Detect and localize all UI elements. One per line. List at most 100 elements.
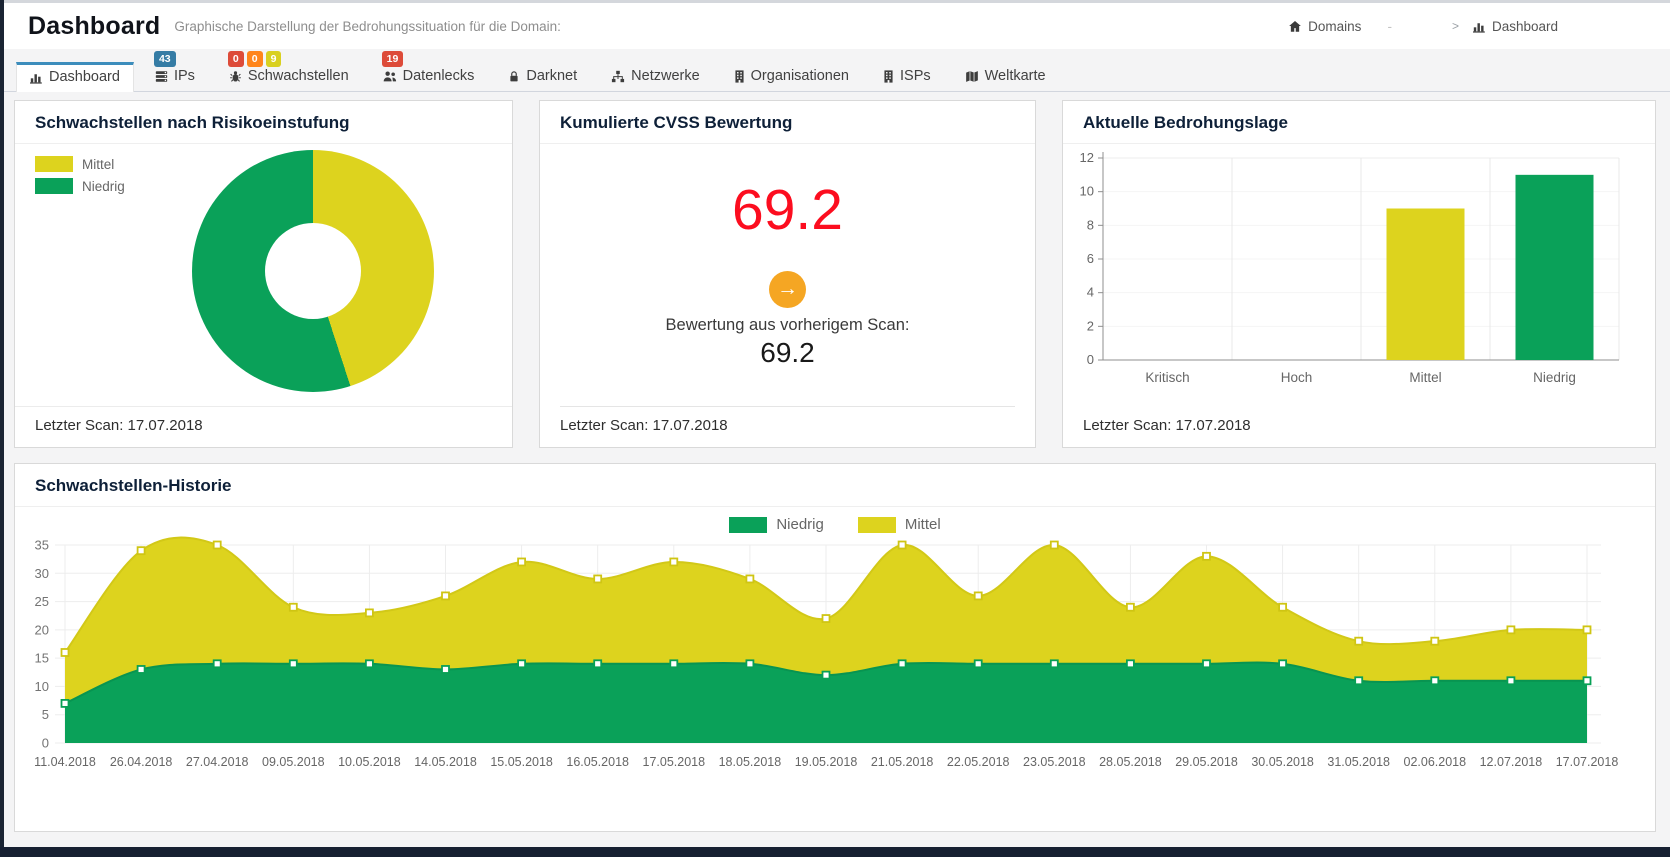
tab-badges: 009 (228, 51, 282, 67)
data-point-marker (138, 666, 145, 673)
bar-chart-icon (1473, 19, 1486, 34)
page-subtitle: Graphische Darstellung der Bedrohungssit… (174, 19, 560, 34)
tab-dashboard[interactable]: Dashboard (16, 62, 134, 92)
tab-schwachstellen[interactable]: Schwachstellen009 (216, 62, 362, 91)
card-risiko: Schwachstellen nach Risikoeinstufung Mit… (14, 100, 513, 448)
card-bedrohung-title: Aktuelle Bedrohungslage (1083, 113, 1288, 132)
svg-text:6: 6 (1087, 251, 1094, 266)
data-point-marker (290, 660, 297, 667)
card-cvss: Kumulierte CVSS Bewertung 69.2 → Bewertu… (539, 100, 1036, 448)
tab-label: Darknet (526, 68, 577, 84)
breadcrumb-domains[interactable]: Domains (1288, 19, 1361, 34)
breadcrumb: Domains - > Dashboard (1288, 19, 1558, 34)
card-historie-header: Schwachstellen-Historie (15, 464, 1655, 507)
legend-item-mittel: Mittel (858, 516, 941, 533)
count-badge: 0 (228, 51, 244, 67)
data-point-marker (1203, 553, 1210, 560)
svg-text:30: 30 (35, 566, 49, 581)
data-point-marker (899, 542, 906, 549)
cvss-prev-score: 69.2 (760, 337, 815, 369)
data-point-marker (1203, 660, 1210, 667)
svg-text:12: 12 (1080, 150, 1094, 165)
tab-label: IPs (174, 68, 195, 84)
data-point-marker (366, 609, 373, 616)
area-chart-svg: 0510152025303511.04.201826.04.201827.04.… (15, 533, 1635, 785)
svg-text:22.05.2018: 22.05.2018 (947, 755, 1010, 769)
data-point-marker (823, 615, 830, 622)
bar-chart-icon (30, 71, 43, 84)
arrow-right-icon: → (769, 271, 806, 308)
tab-weltkarte[interactable]: Weltkarte (952, 62, 1059, 91)
data-point-marker (1507, 626, 1514, 633)
bug-icon (229, 70, 242, 83)
card-cvss-header: Kumulierte CVSS Bewertung (540, 101, 1035, 144)
count-badge: 19 (382, 51, 404, 67)
svg-text:23.05.2018: 23.05.2018 (1023, 755, 1086, 769)
bar-mittel (1387, 209, 1465, 361)
svg-text:12.07.2018: 12.07.2018 (1480, 755, 1543, 769)
data-point-marker (1355, 677, 1362, 684)
risiko-chart-area: MittelNiedrig (15, 144, 512, 406)
tab-datenlecks[interactable]: Datenlecks19 (370, 62, 488, 91)
legend-swatch (858, 517, 896, 533)
data-point-marker (518, 660, 525, 667)
building-icon (883, 70, 894, 83)
bar-niedrig (1516, 175, 1594, 360)
data-point-marker (1127, 660, 1134, 667)
svg-text:26.04.2018: 26.04.2018 (110, 755, 173, 769)
cvss-prev-label: Bewertung aus vorherigem Scan: (666, 316, 910, 335)
risk-donut-chart (192, 150, 434, 392)
svg-text:28.05.2018: 28.05.2018 (1099, 755, 1162, 769)
server-icon (155, 70, 168, 83)
svg-text:Hoch: Hoch (1281, 370, 1313, 385)
data-point-marker (1431, 638, 1438, 645)
svg-text:25: 25 (35, 594, 49, 609)
tab-isps[interactable]: ISPs (870, 62, 944, 91)
svg-text:Mittel: Mittel (1409, 370, 1441, 385)
svg-text:35: 35 (35, 538, 49, 553)
svg-text:20: 20 (35, 622, 49, 637)
building-icon (734, 70, 745, 83)
data-point-marker (594, 575, 601, 582)
breadcrumb-dashboard[interactable]: Dashboard (1473, 19, 1558, 34)
svg-text:21.05.2018: 21.05.2018 (871, 755, 934, 769)
data-point-marker (62, 700, 69, 707)
svg-text:29.05.2018: 29.05.2018 (1175, 755, 1238, 769)
svg-text:Niedrig: Niedrig (1533, 370, 1576, 385)
svg-text:19.05.2018: 19.05.2018 (795, 755, 858, 769)
history-chart-area: NiedrigMittel 0510152025303511.04.201826… (15, 507, 1655, 831)
data-point-marker (366, 660, 373, 667)
tab-ips[interactable]: IPs43 (142, 62, 208, 91)
cvss-score: 69.2 (732, 182, 843, 239)
data-point-marker (1431, 677, 1438, 684)
tab-netzwerke[interactable]: Netzwerke (598, 62, 713, 91)
card-historie-title: Schwachstellen-Historie (35, 476, 232, 495)
cvss-body: 69.2 → Bewertung aus vorherigem Scan: 69… (540, 144, 1035, 406)
data-point-marker (670, 558, 677, 565)
data-point-marker (62, 649, 69, 656)
tab-label: Organisationen (751, 68, 849, 84)
bedrohung-last-scan: Letzter Scan: 17.07.2018 (1063, 407, 1655, 447)
data-point-marker (670, 660, 677, 667)
svg-text:16.05.2018: 16.05.2018 (566, 755, 629, 769)
lock-icon (508, 70, 520, 83)
svg-text:31.05.2018: 31.05.2018 (1327, 755, 1390, 769)
svg-text:02.06.2018: 02.06.2018 (1404, 755, 1467, 769)
tab-darknet[interactable]: Darknet (495, 62, 590, 91)
count-badge: 43 (154, 51, 176, 67)
data-point-marker (442, 592, 449, 599)
svg-text:11.04.2018: 11.04.2018 (34, 755, 96, 769)
footer-bar (0, 847, 1670, 857)
data-point-marker (290, 604, 297, 611)
tab-label: Weltkarte (985, 68, 1046, 84)
tab-organisationen[interactable]: Organisationen (721, 62, 862, 91)
tab-label: Schwachstellen (248, 68, 349, 84)
svg-text:15.05.2018: 15.05.2018 (490, 755, 553, 769)
card-risiko-header: Schwachstellen nach Risikoeinstufung (15, 101, 512, 144)
svg-text:17.07.2018: 17.07.2018 (1556, 755, 1619, 769)
svg-text:Kritisch: Kritisch (1145, 370, 1189, 385)
svg-text:17.05.2018: 17.05.2018 (643, 755, 706, 769)
breadcrumb-dash: - (1387, 19, 1392, 34)
data-point-marker (594, 660, 601, 667)
bar-chart-svg: 024681012KritischHochMittelNiedrig (1063, 144, 1635, 392)
